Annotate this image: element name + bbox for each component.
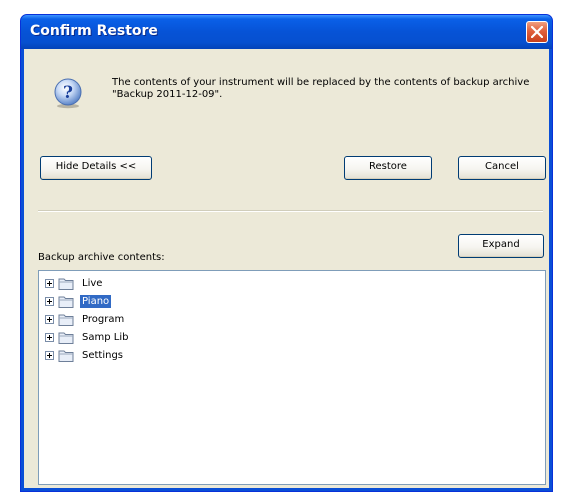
folder-icon	[58, 332, 74, 344]
plus-box-icon[interactable]	[45, 297, 54, 306]
window-title: Confirm Restore	[30, 23, 158, 39]
cancel-button[interactable]: Cancel	[458, 156, 546, 180]
folder-icon	[58, 278, 74, 290]
tree-item-piano[interactable]: Piano	[45, 294, 245, 310]
tree-item-label: Live	[82, 278, 103, 289]
tree-item-label: Piano	[80, 295, 112, 308]
plus-box-icon[interactable]	[45, 315, 54, 324]
confirm-message: The contents of your instrument will be …	[112, 77, 530, 100]
hide-details-button[interactable]: Hide Details <<	[40, 156, 152, 180]
question-icon: ?	[54, 78, 82, 109]
divider	[38, 210, 543, 212]
restore-button[interactable]: Restore	[344, 156, 432, 180]
confirm-restore-dialog: Confirm Restore ? The contents of your i…	[20, 14, 553, 492]
title-bar[interactable]: Confirm Restore	[21, 15, 552, 49]
backup-contents-label: Backup archive contents:	[38, 252, 165, 263]
folder-icon	[58, 296, 74, 308]
dialog-body: ? The contents of your instrument will b…	[24, 49, 549, 488]
tree-item-live[interactable]: Live	[45, 276, 245, 292]
tree-item-settings[interactable]: Settings	[45, 348, 245, 364]
expand-button[interactable]: Expand	[458, 234, 544, 258]
close-icon	[531, 26, 543, 38]
backup-contents-tree[interactable]: Live Piano Program Samp Lib Settings	[38, 270, 546, 485]
svg-text:?: ?	[63, 83, 73, 103]
close-button[interactable]	[526, 21, 548, 43]
tree-item-label: Program	[82, 314, 125, 325]
tree-item-label: Samp Lib	[82, 332, 129, 343]
tree-item-label: Settings	[82, 350, 124, 361]
folder-icon	[58, 350, 74, 362]
folder-icon	[58, 314, 74, 326]
tree-item-samp-lib[interactable]: Samp Lib	[45, 330, 245, 346]
plus-box-icon[interactable]	[45, 333, 54, 342]
tree-item-program[interactable]: Program	[45, 312, 245, 328]
plus-box-icon[interactable]	[45, 279, 54, 288]
plus-box-icon[interactable]	[45, 351, 54, 360]
